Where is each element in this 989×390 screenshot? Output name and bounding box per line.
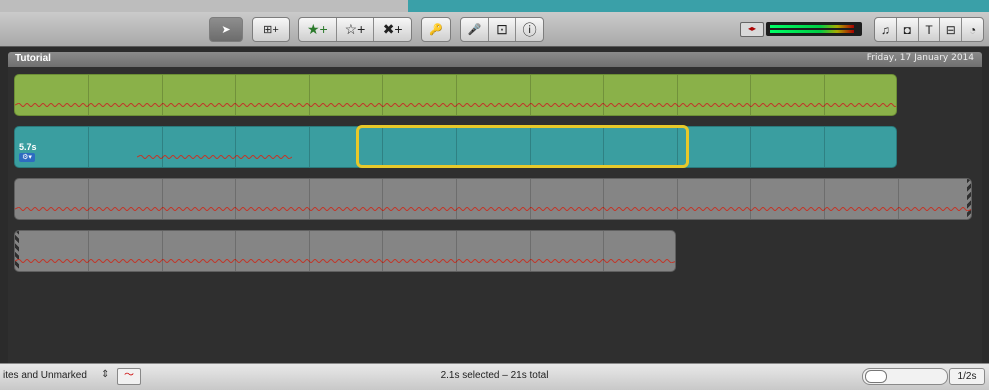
filmstrip-frame-divider	[162, 179, 163, 219]
filmstrip-frame-divider	[824, 75, 825, 115]
filmstrip-frame-divider	[456, 75, 457, 115]
filmstrip-frame-divider	[824, 179, 825, 219]
info-icon[interactable]: ⓘ	[516, 20, 543, 40]
audio-skimming-toggle[interactable]: ◂▸	[740, 22, 764, 37]
filmstrip-frame-divider	[750, 75, 751, 115]
filmstrip-frame-divider	[88, 231, 89, 271]
filmstrip-frame-divider	[309, 231, 310, 271]
filmstrip-frame-divider	[530, 179, 531, 219]
filmstrip-frame-divider	[530, 75, 531, 115]
filmstrip-frame-divider	[162, 127, 163, 167]
filmstrip-frame-divider	[603, 75, 604, 115]
filmstrip-frame-divider	[309, 75, 310, 115]
add-to-movie-icon: ⊞+	[263, 24, 279, 36]
title-browser-icon[interactable]: T	[919, 23, 940, 37]
filmstrip-frame-divider	[382, 75, 383, 115]
event-browser: 5.7s ⚙▾	[8, 67, 982, 363]
map-browser-icon[interactable]: ◔	[962, 23, 983, 37]
arrow-icon: ➤	[221, 24, 231, 36]
filmstrip-frame-divider	[456, 231, 457, 271]
filmstrip-frame-divider	[88, 127, 89, 167]
add-to-movie-button[interactable]: ⊞+	[252, 17, 290, 42]
clip-gray[interactable]	[14, 230, 676, 272]
filmstrip-frame-divider	[677, 179, 678, 219]
event-date: Friday, 17 January 2014	[866, 53, 974, 63]
filmstrip-frame-divider	[603, 231, 604, 271]
filmstrip-frame-divider	[162, 75, 163, 115]
filmstrip-frame-divider	[309, 179, 310, 219]
unmark-star-icon[interactable]: ☆+	[337, 21, 374, 38]
filmstrip-frame-divider	[162, 231, 163, 271]
audio-waveform	[15, 207, 971, 211]
filmstrip-frame-divider	[235, 75, 236, 115]
status-bar: ites and Unmarked ⇕ 〜 2.1s selected – 21…	[0, 363, 989, 390]
filmstrip-frame-divider	[382, 231, 383, 271]
rating-button-group: ★+ ☆+ ✖+	[298, 17, 412, 42]
filmstrip-frame-divider	[88, 179, 89, 219]
filmstrip-frame-divider	[603, 179, 604, 219]
filmstrip-frame-divider	[456, 179, 457, 219]
filmstrip-frame-divider	[235, 179, 236, 219]
key-icon: 🔑	[429, 24, 443, 36]
keyword-button[interactable]: 🔑	[421, 17, 451, 42]
filmstrip-frame-divider	[750, 179, 751, 219]
music-browser-icon[interactable]: ♫	[875, 23, 896, 37]
filmstrip-frame-divider	[530, 231, 531, 271]
window-strip-teal	[408, 0, 989, 12]
window-strip	[0, 0, 408, 12]
microphone-icon[interactable]: 🎤	[461, 23, 488, 36]
browser-button-group: ♫ ◘ T ⊟ ◔	[874, 17, 984, 42]
zoom-slider-thumb[interactable]	[865, 370, 887, 383]
filmstrip-frame-divider	[750, 127, 751, 167]
filmstrip-frame-divider	[309, 127, 310, 167]
reject-x-icon[interactable]: ✖+	[374, 21, 411, 38]
clip-gray[interactable]	[14, 178, 972, 220]
filmstrip-frame-divider	[235, 127, 236, 167]
clip-gear-icon[interactable]: ⚙▾	[19, 153, 35, 162]
audio-level-meter	[766, 22, 862, 36]
zoom-value: 1/2s	[949, 368, 985, 385]
audio-waveform	[15, 259, 675, 263]
arrow-tool-button[interactable]: ➤	[209, 17, 243, 42]
zoom-slider[interactable]	[862, 368, 948, 385]
filmstrip-frame-divider	[235, 231, 236, 271]
clip-green[interactable]	[14, 74, 897, 116]
selection-range[interactable]	[356, 125, 689, 168]
tool-button-group: 🎤 ⊡ ⓘ	[460, 17, 544, 42]
filmstrip-frame-divider	[824, 127, 825, 167]
event-header: Tutorial Friday, 17 January 2014	[8, 52, 982, 67]
photo-browser-icon[interactable]: ◘	[897, 23, 918, 37]
transition-browser-icon[interactable]: ⊟	[940, 23, 961, 37]
toolbar: ➤ ⊞+ ★+ ☆+ ✖+ 🔑 🎤 ⊡ ⓘ ◂▸ ♫ ◘ T ⊟ ◔	[0, 0, 989, 47]
audio-waveform	[137, 155, 292, 159]
favorite-star-icon[interactable]: ★+	[299, 21, 336, 38]
filmstrip-frame-divider	[898, 179, 899, 219]
filmstrip-frame-divider	[677, 75, 678, 115]
crop-icon[interactable]: ⊡	[489, 21, 516, 38]
clip-duration-label: 5.7s	[19, 142, 37, 152]
selection-summary: 2.1s selected – 21s total	[440, 370, 549, 381]
event-title: Tutorial	[15, 53, 51, 64]
filmstrip-frame-divider	[88, 75, 89, 115]
filmstrip-frame-divider	[382, 179, 383, 219]
